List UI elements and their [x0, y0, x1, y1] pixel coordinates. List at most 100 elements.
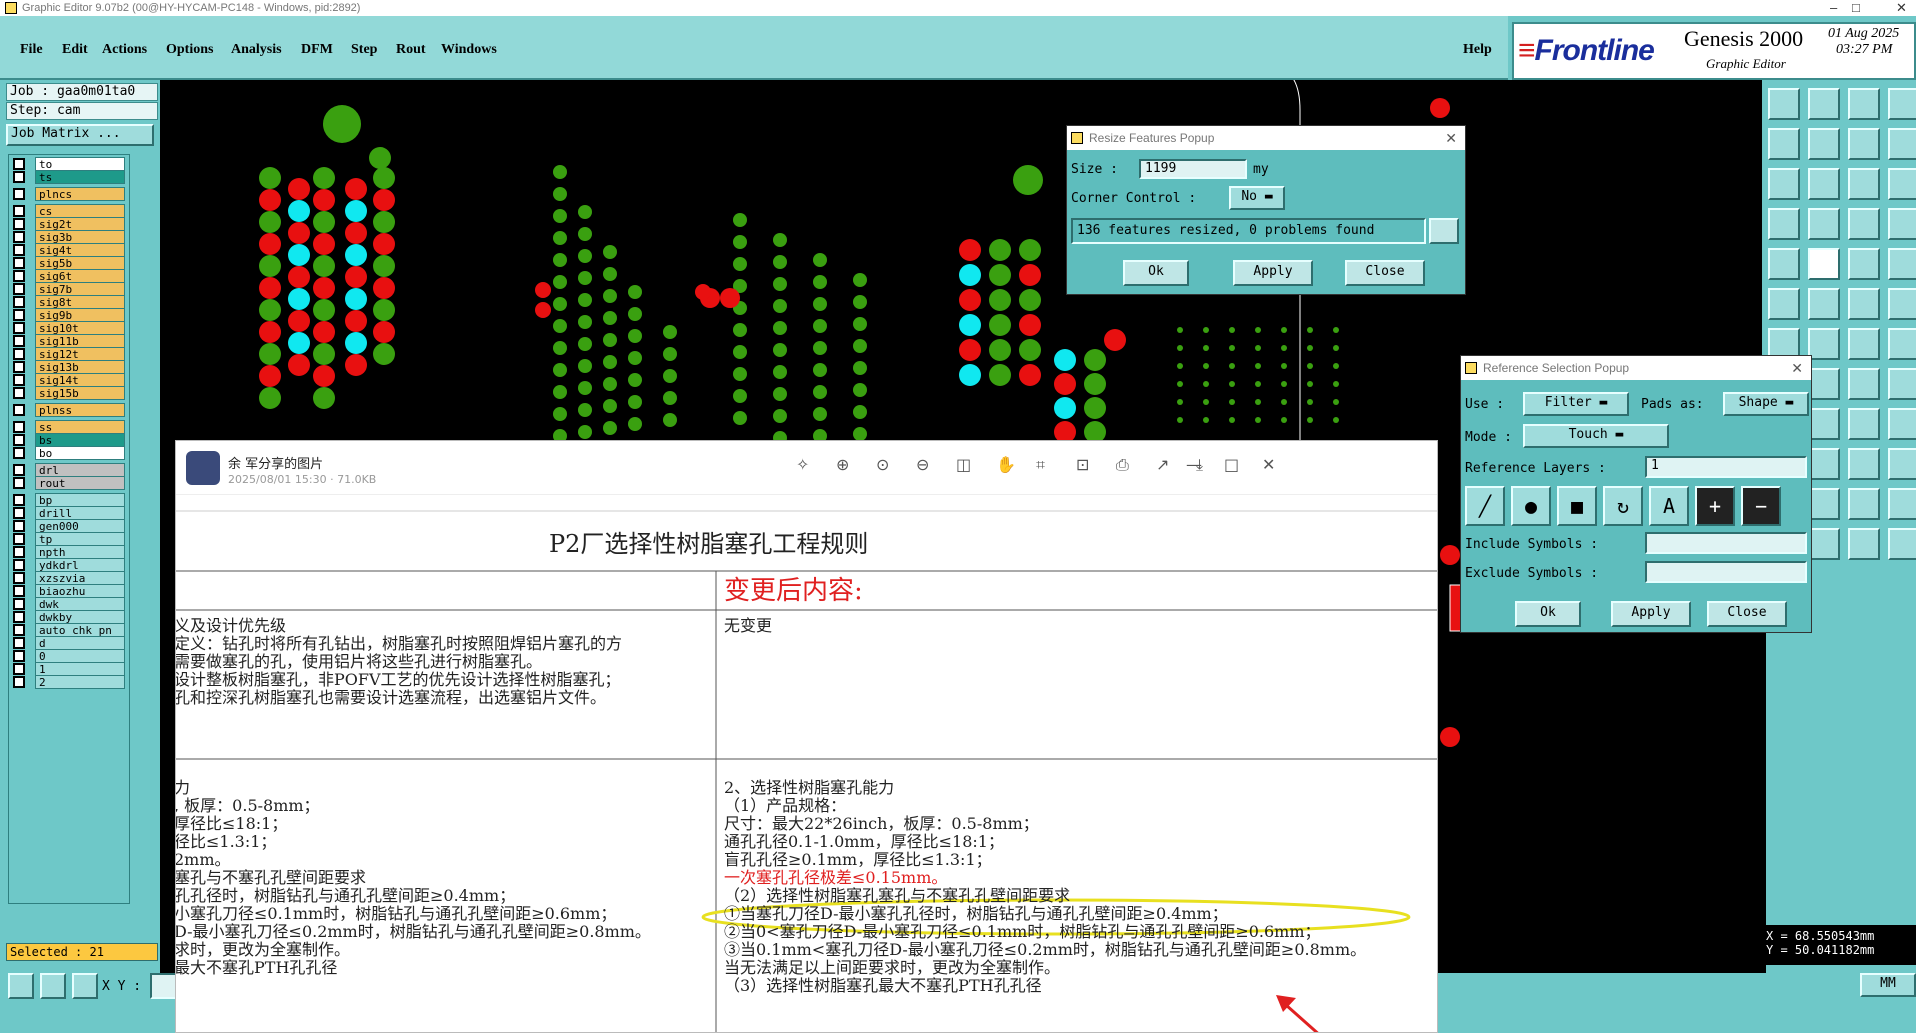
menu-help[interactable]: Help [1463, 42, 1492, 58]
maximize-button[interactable]: □ [1852, 0, 1860, 15]
layer-checkbox[interactable] [13, 572, 25, 584]
ref-popup-close-icon[interactable]: ✕ [1791, 356, 1803, 380]
viewer-tool-icon[interactable]: ◫ [956, 455, 971, 474]
tool-button-icon[interactable] [1848, 448, 1880, 480]
tool-button-icon[interactable] [1768, 128, 1800, 160]
layer-row-sig11b[interactable]: sig11b [13, 334, 125, 348]
layer-checkbox[interactable] [13, 322, 25, 334]
menu-edit[interactable]: Edit [62, 42, 88, 58]
layer-row-sig12t[interactable]: sig12t [13, 347, 125, 361]
tool-button-icon[interactable] [1808, 248, 1840, 280]
viewer-tool-icon[interactable]: ✕ [1262, 455, 1275, 474]
menu-windows[interactable]: Windows [441, 42, 497, 58]
shape-filter-icon[interactable]: + [1695, 486, 1735, 526]
layer-row-sig13b[interactable]: sig13b [13, 360, 125, 374]
tool-button-icon[interactable] [1888, 408, 1916, 440]
tool-button-icon[interactable] [1888, 128, 1916, 160]
layer-row-ts[interactable]: ts [13, 170, 125, 184]
size-input[interactable]: 1199 [1139, 159, 1247, 179]
layer-row-plncs[interactable]: plncs [13, 187, 125, 201]
tool-button-icon[interactable] [1768, 168, 1800, 200]
tool-button-icon[interactable] [1848, 288, 1880, 320]
layer-checkbox[interactable] [13, 270, 25, 282]
pads-as-select[interactable]: Shape ▬ [1723, 392, 1809, 416]
layer-row-npth[interactable]: npth [13, 545, 125, 559]
layer-row-bo[interactable]: bo [13, 446, 125, 460]
viewer-tool-icon[interactable]: — [1186, 455, 1202, 474]
tool-button-icon[interactable] [1848, 208, 1880, 240]
resize-apply-button[interactable]: Apply [1233, 260, 1313, 286]
layer-row-cs[interactable]: cs [13, 204, 125, 218]
ref-close-button[interactable]: Close [1707, 601, 1787, 627]
shape-filter-icon[interactable]: ■ [1557, 486, 1597, 526]
layer-checkbox[interactable] [13, 546, 25, 558]
tool-button-icon[interactable] [1888, 208, 1916, 240]
shape-filter-icon[interactable]: ↻ [1603, 486, 1643, 526]
shape-filter-icon[interactable]: ╱ [1465, 486, 1505, 526]
tool-button-icon[interactable] [1848, 88, 1880, 120]
status-detail-icon[interactable] [1429, 218, 1459, 244]
layer-checkbox[interactable] [13, 283, 25, 295]
layer-row-biaozhu[interactable]: biaozhu [13, 584, 125, 598]
layer-checkbox[interactable] [13, 585, 25, 597]
layer-checkbox[interactable] [13, 158, 25, 170]
layer-row-sig14t[interactable]: sig14t [13, 373, 125, 387]
viewer-tool-icon[interactable]: □ [1224, 455, 1239, 474]
layer-checkbox[interactable] [13, 611, 25, 623]
layer-row-sig15b[interactable]: sig15b [13, 386, 125, 400]
menu-file[interactable]: File [20, 42, 43, 58]
shape-filter-icon[interactable]: A [1649, 486, 1689, 526]
layer-row-sig2t[interactable]: sig2t [13, 217, 125, 231]
viewer-tool-icon[interactable]: ⊙ [876, 455, 889, 474]
tool-button-icon[interactable] [1808, 288, 1840, 320]
ref-apply-button[interactable]: Apply [1611, 601, 1691, 627]
tool-button-icon[interactable] [1848, 328, 1880, 360]
layer-checkbox[interactable] [13, 447, 25, 459]
tool-button-icon[interactable] [1808, 408, 1840, 440]
layer-checkbox[interactable] [13, 434, 25, 446]
tool-button-icon[interactable] [1808, 168, 1840, 200]
layer-row-sig6t[interactable]: sig6t [13, 269, 125, 283]
grid-tool-icon[interactable] [72, 973, 98, 999]
tool-button-icon[interactable] [1888, 448, 1916, 480]
viewer-tool-icon[interactable]: ⊕ [836, 455, 849, 474]
exclude-symbols-input[interactable] [1645, 561, 1807, 583]
tool-button-icon[interactable] [1888, 288, 1916, 320]
ref-layers-input[interactable]: 1 [1645, 456, 1807, 478]
layer-row-sig8t[interactable]: sig8t [13, 295, 125, 309]
layer-checkbox[interactable] [13, 361, 25, 373]
layer-row-bp[interactable]: bp [13, 493, 125, 507]
mode-select[interactable]: Touch ▬ [1523, 424, 1669, 448]
ref-ok-button[interactable]: Ok [1515, 601, 1581, 627]
layer-row-to[interactable]: to [13, 157, 125, 171]
layer-checkbox[interactable] [13, 598, 25, 610]
job-matrix-button[interactable]: Job Matrix ... [6, 124, 154, 146]
layer-row-tp[interactable]: tp [13, 532, 125, 546]
layer-row-gen000[interactable]: gen000 [13, 519, 125, 533]
layer-checkbox[interactable] [13, 676, 25, 688]
layer-row-ydkdrl[interactable]: ydkdrl [13, 558, 125, 572]
layer-checkbox[interactable] [13, 296, 25, 308]
tool-button-icon[interactable] [1888, 328, 1916, 360]
tool-button-icon[interactable] [1888, 88, 1916, 120]
tool-button-icon[interactable] [1808, 208, 1840, 240]
layer-row-sig7b[interactable]: sig7b [13, 282, 125, 296]
tool-button-icon[interactable] [1848, 368, 1880, 400]
layer-checkbox[interactable] [13, 188, 25, 200]
resize-close-button[interactable]: Close [1345, 260, 1425, 286]
menu-rout[interactable]: Rout [396, 42, 426, 58]
menu-step[interactable]: Step [351, 42, 377, 58]
layer-checkbox[interactable] [13, 218, 25, 230]
layer-checkbox[interactable] [13, 663, 25, 675]
viewer-tool-icon[interactable]: ↗ [1156, 455, 1169, 474]
viewer-tool-icon[interactable]: ⊡ [1076, 455, 1089, 474]
layer-checkbox[interactable] [13, 171, 25, 183]
layer-row-drill[interactable]: drill [13, 506, 125, 520]
viewer-tool-icon[interactable]: ⊖ [916, 455, 929, 474]
layer-row-auto_chk_pn[interactable]: auto_chk_pn [13, 623, 125, 637]
tool-button-icon[interactable] [1848, 488, 1880, 520]
layer-row-bs[interactable]: bs [13, 433, 125, 447]
layer-row-1[interactable]: 1 [13, 662, 125, 676]
tool-button-icon[interactable] [1888, 488, 1916, 520]
layer-checkbox[interactable] [13, 421, 25, 433]
